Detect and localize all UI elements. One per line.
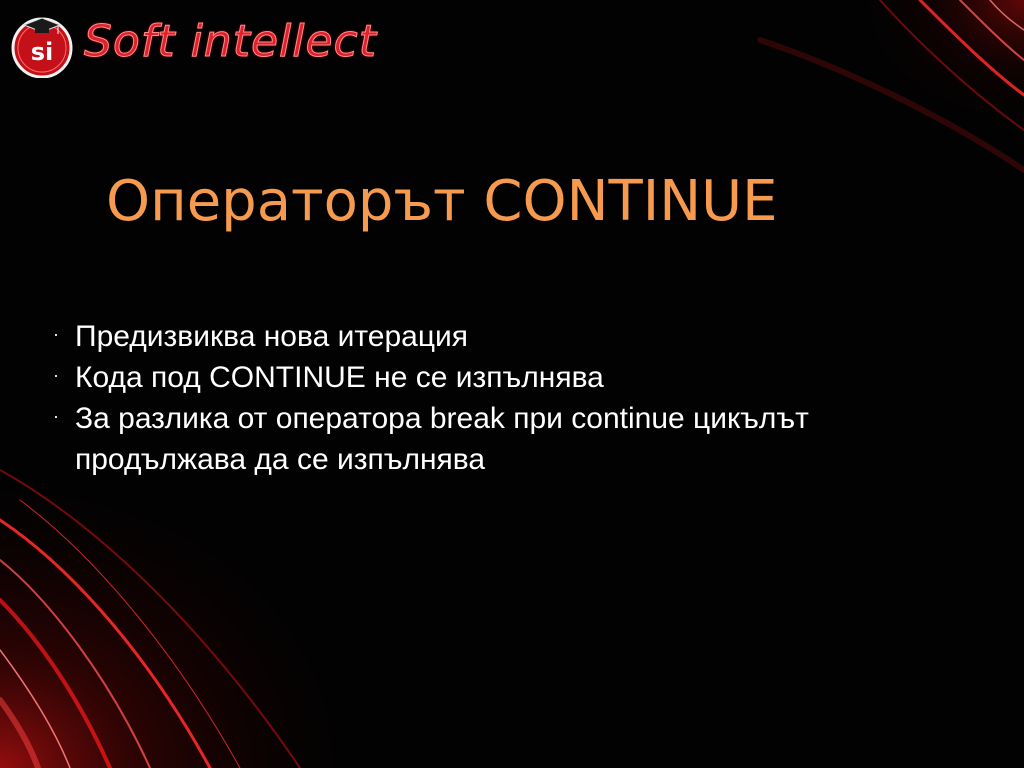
bullet-item: · Кода под CONTINUE не се изпълнява <box>44 357 944 398</box>
bullet-list: · Предизвиква нова итерация · Кода под C… <box>44 316 944 480</box>
logo-badge: si <box>11 17 73 78</box>
bullet-glyph: · <box>53 324 59 344</box>
bullet-glyph: · <box>53 365 59 385</box>
bullet-text: Предизвиква нова итерация <box>75 320 469 353</box>
bullet-text: За разлика от оператора break при contin… <box>75 402 809 476</box>
brand-logo: si Soft intellect <box>8 10 428 78</box>
bullet-text: Кода под CONTINUE не се изпълнява <box>75 361 604 394</box>
bullet-item: · Предизвиква нова итерация <box>44 316 944 357</box>
bullet-item: · За разлика от оператора break при cont… <box>44 398 944 480</box>
logo-badge-text: si <box>31 38 54 66</box>
slide-title: Операторът CONTINUE <box>106 169 778 234</box>
slide: si Soft intellect Операторът CONTINUE · … <box>0 0 1024 768</box>
brand-name: Soft intellect <box>84 16 377 68</box>
bullet-glyph: · <box>53 406 59 426</box>
